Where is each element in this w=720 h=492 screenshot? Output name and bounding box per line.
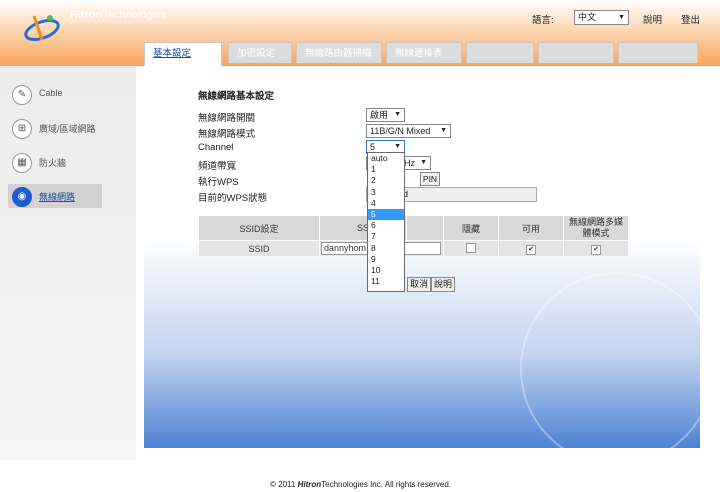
channel-option-2[interactable]: 2 (368, 175, 404, 186)
wireless-mode-select[interactable]: 11B/G/N Mixed ▼ (366, 124, 451, 138)
sidebar-item-firewall[interactable]: ▦ 防火牆 (8, 150, 100, 174)
wireless-icon: ◉ (12, 187, 32, 207)
channel-option-3[interactable]: 3 (368, 187, 404, 198)
channel-option-4[interactable]: 4 (368, 198, 404, 209)
tab-basic-settings[interactable]: 基本設定 (144, 42, 222, 66)
channel-option-9[interactable]: 9 (368, 254, 404, 265)
hidden-cell (444, 241, 498, 256)
channel-dropdown-list: auto 1 2 3 4 5 6 7 8 9 10 11 (367, 152, 405, 292)
background-decoration (520, 272, 714, 466)
chevron-down-icon: ▼ (420, 159, 427, 166)
tab-connection-table[interactable]: 無線連接表 (386, 42, 462, 63)
channel-option-10[interactable]: 10 (368, 265, 404, 276)
wireless-switch-label: 無線網路開關 (198, 113, 256, 124)
wrench-icon: ✎ (12, 85, 32, 105)
tab-encryption-settings[interactable]: 加密設定 (228, 42, 292, 63)
sidebar-item-wireless[interactable]: ◉ 無線網路 (8, 184, 102, 208)
ssid-header-blank (407, 216, 443, 240)
help-link[interactable]: 說明 (643, 12, 662, 26)
table-row: SSID dannyhom ✔ ✔ (199, 241, 628, 256)
bandwidth-value: Hz (404, 158, 415, 168)
wmm-cell: ✔ (564, 241, 628, 256)
channel-option-8[interactable]: 8 (368, 243, 404, 254)
tab-ap-scan[interactable]: 無線路由器掃描 (296, 42, 382, 63)
language-label: 語言: (532, 15, 554, 26)
footer: © 2011 HitronTechnologies Inc. All right… (0, 468, 720, 492)
sidebar-item-label: 廣域/區域網路 (39, 124, 96, 134)
channel-option-1[interactable]: 1 (368, 164, 404, 175)
wmm-checkbox[interactable]: ✔ (591, 244, 601, 255)
tab-empty-3[interactable] (618, 42, 698, 63)
sidebar-item-label: Cable (39, 88, 63, 98)
hidden-checkbox[interactable] (466, 242, 476, 253)
hitron-logo (24, 15, 60, 42)
chevron-down-icon: ▼ (440, 127, 447, 134)
channel-option-11[interactable]: 11 (368, 276, 404, 287)
sidebar-item-label: 無線網路 (39, 192, 76, 202)
ssid-row-label: SSID (199, 241, 319, 256)
firewall-icon: ▦ (12, 153, 32, 173)
channel-option-5[interactable]: 5 (368, 208, 404, 221)
chevron-down-icon: ▼ (394, 111, 401, 118)
sidebar-item-label: 防火牆 (39, 158, 67, 168)
bandwidth-label: 頻道帶寬 (198, 161, 237, 172)
footer-copyright: © 2011 HitronTechnologies Inc. All right… (270, 480, 451, 489)
help-button[interactable]: 說明 (431, 277, 455, 292)
sidebar-item-cable[interactable]: ✎ Cable (8, 82, 100, 106)
channel-value: 5 (370, 142, 376, 152)
wmm-header: 無線網路多媒體模式 (564, 216, 628, 240)
network-icon: ⊞ (12, 119, 32, 139)
ssid-settings-header: SSID設定 (199, 216, 319, 240)
wps-label: 執行WPS (198, 177, 239, 188)
pin-button[interactable]: PIN (420, 172, 440, 186)
channel-label: Channel (198, 142, 234, 153)
enabled-cell: ✔ (499, 241, 563, 256)
wireless-switch-select[interactable]: 啟用 ▼ (366, 108, 405, 122)
language-select-value: 中文 (578, 12, 597, 22)
tab-empty-1[interactable] (466, 42, 534, 63)
wps-status-label: 目前的WPS狀態 (198, 193, 268, 204)
enabled-checkbox[interactable]: ✔ (526, 244, 536, 255)
section-title: 無線網路基本設定 (198, 91, 275, 102)
enabled-header: 可用 (499, 216, 563, 240)
wireless-switch-value: 啟用 (370, 110, 389, 120)
chevron-down-icon: ▼ (618, 14, 625, 21)
ssid-table: SSID設定 SS 隱藏 可用 無線網路多媒體模式 SSID dannyhom … (198, 215, 629, 257)
header-bar: HitronTechnologies 語言: 中文 ▼ 說明 登出 基本設定 加… (0, 0, 720, 66)
cancel-button[interactable]: 取消 (407, 277, 431, 292)
channel-option-6[interactable]: 6 (368, 220, 404, 231)
channel-option-7[interactable]: 7 (368, 231, 404, 242)
language-select[interactable]: 中文 ▼ (574, 10, 629, 25)
wireless-mode-label: 無線網路模式 (198, 129, 256, 140)
hidden-header: 隱藏 (444, 216, 498, 240)
channel-option-auto[interactable]: auto (368, 153, 404, 164)
logout-link[interactable]: 登出 (681, 12, 700, 26)
brand-name: HitronTechnologies (70, 9, 167, 21)
sidebar: ✎ Cable ⊞ 廣域/區域網路 ▦ 防火牆 ◉ 無線網路 (0, 66, 136, 460)
tab-empty-2[interactable] (538, 42, 614, 63)
wireless-mode-value: 11B/G/N Mixed (370, 126, 431, 136)
sidebar-item-wan-lan[interactable]: ⊞ 廣域/區域網路 (8, 116, 100, 140)
